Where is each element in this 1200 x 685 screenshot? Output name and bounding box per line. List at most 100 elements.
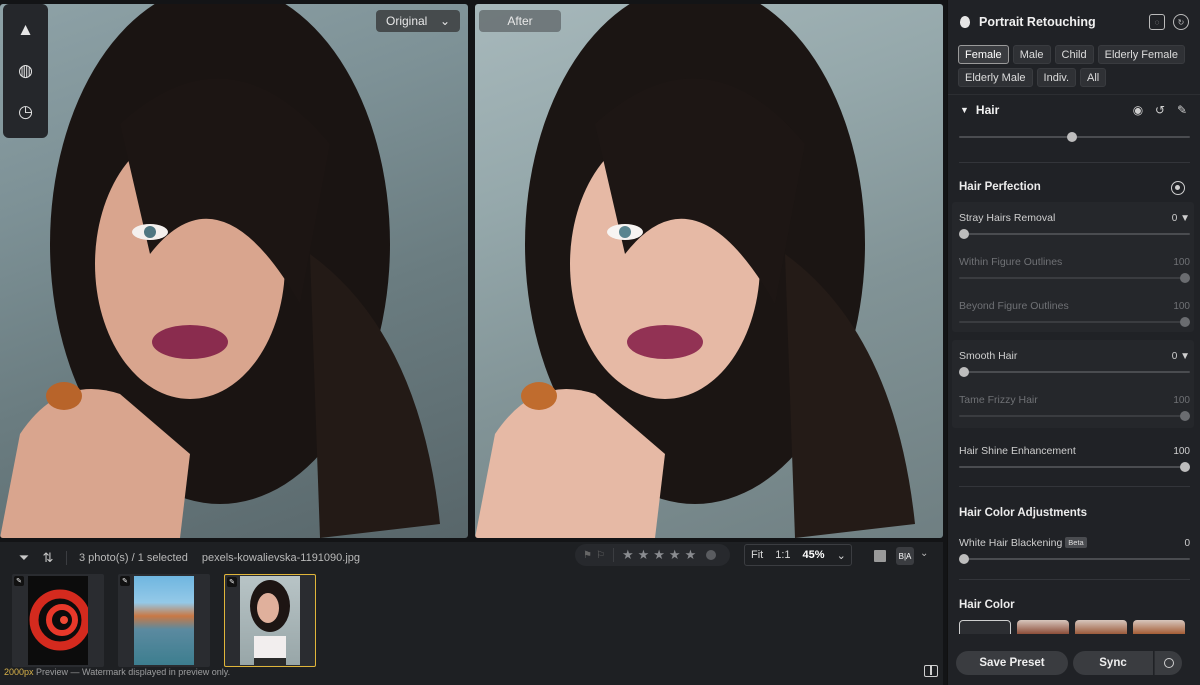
star-icon[interactable]: ★	[638, 547, 650, 563]
smooth-hair-slider[interactable]	[958, 367, 1190, 377]
chip-male[interactable]: Male	[1012, 45, 1051, 64]
red-spiral-thumbnail	[28, 576, 88, 665]
slider-track[interactable]	[959, 132, 1190, 142]
hair-shine-row: Hair Shine Enhancement 100	[959, 444, 1191, 472]
within-outlines-value: 100	[1173, 256, 1190, 268]
smooth-hair-value[interactable]: 0 ▼	[1172, 351, 1190, 362]
flag-pick-icon[interactable]: ⚑	[583, 550, 592, 561]
brush-icon[interactable]: ✎	[1175, 103, 1189, 117]
before-after-view-button[interactable]: B|A	[896, 547, 914, 565]
hair-color-swatch[interactable]	[1133, 620, 1185, 634]
eye-icon[interactable]: ◉	[1131, 103, 1145, 117]
portrait-retouching-panel: Portrait Retouching ◌ ↻ Female Male Chil…	[947, 0, 1200, 685]
reset-icon[interactable]: ↻	[1173, 14, 1189, 30]
star-icon[interactable]: ★	[653, 547, 665, 563]
split-view-icon[interactable]	[924, 665, 938, 677]
undo-icon[interactable]: ↺	[1153, 103, 1167, 117]
smooth-hair-label: Smooth Hair	[959, 350, 1018, 362]
star-icon[interactable]: ★	[669, 547, 681, 563]
eye-icon[interactable]	[1171, 181, 1185, 195]
flag-reject-icon[interactable]: ⚐	[596, 550, 605, 561]
stray-hairs-label: Stray Hairs Removal	[959, 212, 1056, 224]
chip-elderly-male[interactable]: Elderly Male	[958, 68, 1033, 87]
star-icon[interactable]: ★	[622, 547, 634, 563]
after-image-pane[interactable]	[475, 4, 943, 538]
original-portrait-photo	[0, 4, 468, 538]
original-view-select[interactable]: Original ⌄	[376, 10, 460, 32]
within-outlines-row: Within Figure Outlines 100	[959, 255, 1191, 283]
after-portrait-photo	[475, 4, 943, 538]
chevron-down-icon: ⌄	[439, 14, 450, 28]
white-hair-value: 0	[1184, 537, 1190, 549]
single-view-icon[interactable]	[874, 550, 886, 562]
watermark-size: 2000px	[4, 667, 34, 677]
chevron-down-icon[interactable]: ⌄	[831, 549, 852, 562]
edited-badge-icon: ✎	[14, 576, 24, 586]
portrait-thumbnail	[240, 576, 300, 665]
hair-color-swatch[interactable]	[1017, 620, 1069, 634]
thumbnail[interactable]: ✎	[118, 574, 210, 667]
rating-toolbar: ⚑ ⚐ ★ ★ ★ ★ ★	[575, 544, 730, 566]
chip-indiv[interactable]: Indiv.	[1036, 68, 1077, 87]
chip-elderly-female[interactable]: Elderly Female	[1097, 45, 1185, 64]
thumbnail[interactable]: ✎	[12, 574, 104, 667]
sort-icon[interactable]: ⇅	[38, 550, 58, 566]
within-outlines-slider[interactable]	[959, 273, 1191, 283]
stray-hairs-value[interactable]: 0 ▼	[1172, 213, 1190, 224]
slider-knob[interactable]	[958, 367, 969, 377]
tame-frizzy-slider[interactable]	[959, 411, 1191, 421]
white-hair-row: White Hair Blackening Beta 0	[958, 536, 1190, 564]
history-icon[interactable]: ◷	[13, 99, 39, 125]
color-label-dot[interactable]	[706, 550, 717, 560]
chip-all[interactable]: All	[1080, 68, 1107, 87]
slider-knob[interactable]	[958, 554, 969, 564]
left-tool-strip: ▲ ◍ ◷	[3, 4, 48, 138]
tame-frizzy-label: Tame Frizzy Hair	[959, 394, 1038, 406]
face-detect-icon[interactable]: ◌	[1149, 14, 1165, 30]
save-preset-button[interactable]: Save Preset	[956, 650, 1068, 675]
beta-badge: Beta	[1065, 537, 1087, 548]
hairline-slider-row	[959, 130, 1190, 142]
hair-color-swatch-none[interactable]	[959, 620, 1011, 634]
edited-badge-icon: ✎	[227, 577, 237, 587]
one-to-one-button[interactable]: 1:1	[769, 549, 796, 561]
original-image-pane[interactable]	[0, 4, 468, 538]
tame-frizzy-value: 100	[1173, 394, 1190, 406]
slider-knob[interactable]	[1180, 462, 1191, 472]
texture-icon[interactable]: ◍	[13, 58, 39, 84]
hair-color-swatch[interactable]	[1075, 620, 1127, 634]
smooth-hair-row: Smooth Hair 0 ▼	[958, 349, 1190, 377]
thumbnail-strip: ✎ ✎ ✎	[12, 574, 316, 669]
chevron-down-icon[interactable]: ⌄	[920, 548, 928, 559]
face-icon	[960, 16, 970, 28]
beyond-outlines-slider[interactable]	[959, 317, 1191, 327]
waterfront-thumbnail	[134, 576, 194, 665]
divider	[959, 162, 1190, 163]
chip-child[interactable]: Child	[1054, 45, 1094, 64]
white-hair-slider[interactable]	[958, 554, 1190, 564]
zoom-value[interactable]: 45%	[797, 549, 831, 561]
sync-settings-button[interactable]	[1154, 650, 1182, 675]
star-icon[interactable]: ★	[685, 547, 697, 563]
photo-count: 3 photo(s) / 1 selected	[79, 552, 188, 564]
hair-shine-slider[interactable]	[959, 462, 1191, 472]
filter-icon[interactable]: ⏷	[14, 550, 34, 566]
thumbnail-selected[interactable]: ✎	[224, 574, 316, 667]
smooth-hair-number: 0	[1171, 350, 1178, 362]
caret-down-icon[interactable]: ▼	[960, 105, 969, 115]
hair-section-header[interactable]: ▼ Hair ◉ ↺ ✎	[948, 94, 1200, 124]
chip-female[interactable]: Female	[958, 45, 1009, 64]
hair-color-title: Hair Color	[959, 599, 1015, 611]
beyond-outlines-label: Beyond Figure Outlines	[959, 300, 1069, 312]
stray-hairs-slider[interactable]	[958, 229, 1190, 239]
slider-knob[interactable]	[958, 229, 969, 239]
landscape-icon[interactable]: ▲	[13, 17, 39, 43]
within-outlines-label: Within Figure Outlines	[959, 256, 1063, 268]
divider	[66, 551, 67, 565]
fit-button[interactable]: Fit	[745, 549, 769, 561]
hair-settings-scroll[interactable]: Hair Perfection Stray Hairs Removal 0 ▼ …	[948, 124, 1200, 634]
panel-footer: Save Preset Sync	[948, 640, 1200, 685]
hair-color-swatches	[959, 620, 1185, 634]
slider-knob[interactable]	[1067, 132, 1078, 142]
sync-button[interactable]: Sync	[1073, 650, 1153, 675]
